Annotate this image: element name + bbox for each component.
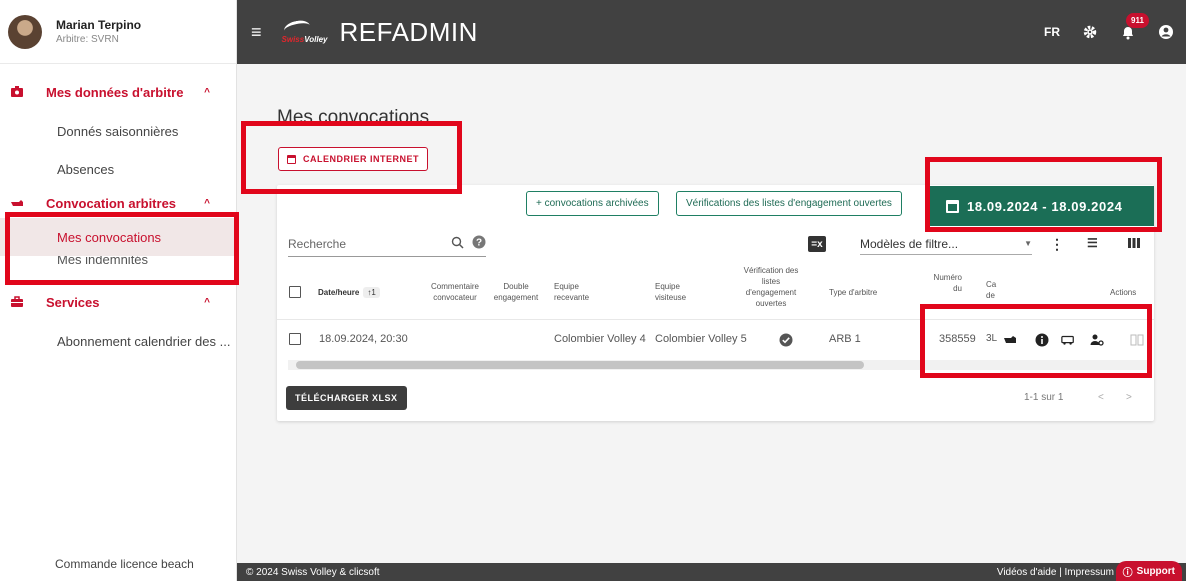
id-card-icon: [10, 85, 24, 99]
column-header-datetime[interactable]: Date/heure ↑1: [318, 287, 380, 298]
nav-group-referee-data[interactable]: Mes données d'arbitre ^: [0, 72, 236, 112]
logo-text-swiss: Swiss: [281, 35, 305, 44]
user-name: Marian Terpino: [56, 18, 142, 32]
nav-group-label: Convocation arbitres: [46, 195, 177, 211]
download-xlsx-button[interactable]: TÉLÉCHARGER XLSX: [286, 386, 407, 410]
logo-text-volley: Volley: [304, 35, 328, 44]
nav-group-label: Services: [46, 294, 100, 310]
user-role: Arbitre: SVRN: [56, 34, 119, 45]
column-header-ca[interactable]: Ca de: [986, 279, 998, 301]
notification-badge: 911: [1126, 13, 1149, 28]
search-input[interactable]: Recherche ?: [288, 231, 486, 257]
filter-template-select[interactable]: Modèles de filtre... ▼: [860, 233, 1032, 255]
column-header-verification[interactable]: Vérification des listes d'engagement ouv…: [738, 265, 804, 309]
app-header: ≡ SwissVolley REFADMIN FR 911: [237, 0, 1186, 64]
sidebar-item-beach-license[interactable]: Commande licence beach: [55, 557, 194, 571]
footer-links[interactable]: Vidéos d'aide | Impressum: [997, 567, 1114, 578]
search-placeholder: Recherche: [288, 236, 347, 251]
help-icon: ⓘ: [1122, 567, 1133, 579]
cell-datetime: 18.09.2024, 20:30: [319, 333, 408, 345]
app-title: REFADMIN: [339, 16, 478, 47]
app-footer: © 2024 Swiss Volley & clicsoft Vidéos d'…: [237, 563, 1186, 581]
account-icon[interactable]: [1158, 24, 1174, 40]
column-header-double[interactable]: Double engagement: [488, 281, 544, 303]
prev-page-button[interactable]: <: [1098, 392, 1104, 403]
column-header-actions: Actions: [1110, 288, 1137, 297]
column-header-comment[interactable]: Commentaire convocateur: [426, 281, 484, 303]
column-header-number[interactable]: Numéro du: [926, 272, 962, 294]
cell-ref-type: ARB 1: [829, 333, 861, 345]
chevron-up-icon: ^: [204, 296, 210, 308]
annotation-box-my-convocations: [5, 212, 239, 285]
briefcase-icon: [10, 295, 24, 309]
search-icon[interactable]: [451, 236, 464, 252]
avatar: [8, 14, 42, 49]
whistle-icon: [10, 196, 24, 210]
column-header-ref-type[interactable]: Type d'arbitre: [829, 287, 877, 298]
chevron-up-icon: ^: [204, 197, 210, 209]
next-page-button[interactable]: >: [1126, 392, 1132, 403]
support-button[interactable]: ⓘ Support: [1115, 561, 1182, 581]
sidebar-item-absences[interactable]: Absences: [0, 150, 236, 188]
svg-text:?: ?: [476, 238, 482, 249]
scrollbar-thumb[interactable]: [296, 361, 864, 369]
annotation-box-calendar: [241, 121, 462, 194]
dropdown-arrow-icon: ▼: [1024, 239, 1032, 248]
archived-convocations-button[interactable]: + convocations archivées: [526, 191, 659, 216]
more-vert-icon[interactable]: ⋮: [1050, 236, 1064, 253]
column-header-home[interactable]: Equipe recevante: [554, 281, 602, 303]
column-header-away[interactable]: Equipe visiteuse: [655, 281, 703, 303]
user-profile[interactable]: Marian Terpino Arbitre: SVRN: [0, 0, 236, 64]
bell-icon[interactable]: 911: [1120, 13, 1149, 40]
copyright-text: © 2024 Swiss Volley & clicsoft: [246, 566, 380, 578]
cell-home-team: Colombier Volley 4: [554, 333, 646, 345]
check-circle-icon: [779, 333, 793, 347]
annotation-box-date-range: [925, 157, 1162, 232]
sidebar-item-seasonal-data[interactable]: Donnés saisonnières: [0, 112, 236, 150]
annotation-box-actions: [920, 304, 1152, 378]
support-label: Support: [1136, 565, 1175, 577]
language-selector[interactable]: FR: [1044, 25, 1060, 39]
help-icon[interactable]: ?: [472, 235, 486, 252]
swiss-volley-logo: SwissVolley: [280, 15, 328, 49]
clear-filter-icon[interactable]: =x: [808, 236, 826, 252]
pagination-label: 1-1 sur 1: [1024, 392, 1064, 403]
row-checkbox[interactable]: [289, 333, 301, 345]
select-all-checkbox[interactable]: [289, 286, 301, 298]
nav-group-label: Mes données d'arbitre: [46, 84, 184, 100]
filter-list-icon[interactable]: ☰: [1087, 236, 1098, 250]
chevron-up-icon: ^: [204, 86, 210, 98]
open-lists-verification-button[interactable]: Vérifications des listes d'engagement ou…: [676, 191, 902, 216]
sidebar: Marian Terpino Arbitre: SVRN Mes données…: [0, 0, 237, 581]
gear-icon[interactable]: [1082, 24, 1098, 40]
cell-away-team: Colombier Volley 5: [655, 333, 747, 345]
sidebar-item-calendar-subscription[interactable]: Abonnement calendrier des ...: [0, 322, 236, 360]
menu-icon[interactable]: ≡: [251, 22, 262, 43]
filter-template-placeholder: Modèles de filtre...: [860, 236, 959, 251]
sort-indicator: ↑1: [363, 287, 380, 298]
columns-icon[interactable]: [1128, 236, 1140, 252]
nav-group-services[interactable]: Services ^: [0, 282, 236, 322]
